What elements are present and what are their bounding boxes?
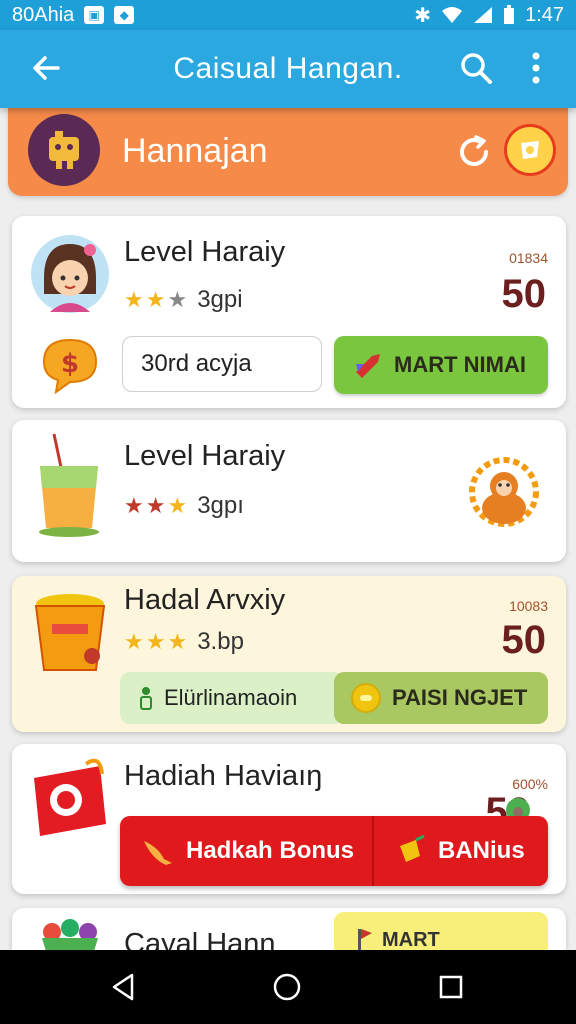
- treasure-bucket-icon: [32, 590, 108, 674]
- smoothie-cup-icon: [34, 432, 104, 542]
- bluetooth-icon: ✱: [414, 4, 432, 27]
- recents-square-icon[interactable]: [436, 972, 466, 1002]
- card-title: Level Haraiy: [124, 236, 286, 268]
- amount-input-value: 30rd acyja: [141, 350, 252, 377]
- bonus-button-label: Hadkah Bonus: [186, 837, 355, 864]
- more-vert-icon[interactable]: [522, 48, 550, 88]
- card-title: Level Haraiy: [124, 440, 286, 472]
- mart-button-label: MART: [382, 928, 440, 951]
- basket-icon: [38, 918, 102, 950]
- mart-button[interactable]: MART: [334, 912, 548, 950]
- app-bar: Caisual Hangan.: [0, 30, 576, 108]
- game-card[interactable]: Level Haraiy ★ ★ ★ 3gpı: [12, 420, 566, 562]
- card-title: Hadiah Haviaıŋ: [124, 760, 323, 792]
- fish-icon: [144, 841, 172, 865]
- star-icon: ★: [145, 629, 166, 654]
- girl-avatar-icon: [30, 234, 110, 314]
- rating-text: 3.bp: [197, 628, 244, 655]
- rating: ★ ★ ★ 3gpı: [124, 492, 244, 520]
- bonus-bar[interactable]: Hadkah Bonus BANius: [120, 816, 548, 886]
- content-scroll[interactable]: Hannajan Level Haraiy ★ ★ ★ 3gpi 01834 5…: [0, 108, 576, 950]
- trophy-icon: [400, 834, 425, 862]
- wifi-icon: [442, 7, 463, 23]
- star-icon: ★: [145, 287, 166, 312]
- rating: ★ ★ ★ 3.bp: [124, 628, 244, 656]
- status-time: 1:47: [525, 3, 564, 26]
- game-card[interactable]: Hadal Arvxiy ★ ★ ★ 3.bp 10083 50 Elürlin…: [12, 576, 566, 732]
- speech-bubble-dollar-icon: $: [38, 334, 102, 398]
- paisi-button-label: PAISI NGJET: [392, 685, 528, 710]
- paisi-button[interactable]: PAISI NGJET: [334, 672, 548, 724]
- star-empty-icon: ★: [167, 287, 188, 312]
- card-small-label: 01834: [509, 250, 548, 266]
- star-icon: ★: [167, 493, 188, 518]
- rating: ★ ★ ★ 3gpi: [124, 286, 243, 314]
- amount-input[interactable]: 30rd acyja: [122, 336, 322, 392]
- star-icon: ★: [124, 493, 144, 518]
- card-title: Hadal Arvxiy: [124, 584, 286, 616]
- notification-icon: ▣: [84, 6, 105, 24]
- rocket-icon: [356, 354, 380, 378]
- battery-icon: [504, 5, 515, 24]
- profile-banner[interactable]: Hannajan: [8, 108, 568, 196]
- secondary-button[interactable]: Elürlinamaoin: [120, 672, 344, 724]
- banius-button-label: BANius: [438, 837, 525, 864]
- status-bar: 80Ahia ▣ ◆ ✱ 1:47: [0, 0, 576, 30]
- search-icon[interactable]: [458, 50, 494, 86]
- banner-name: Hannajan: [122, 132, 268, 170]
- back-triangle-icon[interactable]: [108, 972, 138, 1002]
- star-icon: ★: [167, 629, 188, 654]
- signal-icon: [474, 7, 493, 23]
- robot-logo-icon: [28, 114, 100, 186]
- refresh-icon[interactable]: [454, 132, 494, 172]
- coin-icon[interactable]: [504, 124, 556, 176]
- monkey-sun-icon: [464, 454, 544, 534]
- mart-button[interactable]: MART NIMAI: [334, 336, 548, 394]
- shield-icon: ◆: [114, 6, 135, 24]
- star-icon: ★: [124, 287, 144, 312]
- status-left-text: 80Ahia: [12, 3, 75, 26]
- rating-text: 3gpı: [197, 492, 244, 519]
- svg-text:$: $: [61, 349, 79, 379]
- coin-icon: [351, 683, 381, 713]
- card-title: Cayal Hann: [124, 928, 276, 950]
- person-icon: [140, 687, 152, 710]
- star-icon: ★: [145, 493, 166, 518]
- system-nav-bar: [0, 950, 576, 1024]
- card-score: 50: [501, 618, 547, 662]
- banius-button[interactable]: BANius: [374, 816, 525, 886]
- home-circle-icon[interactable]: [272, 972, 302, 1002]
- game-card[interactable]: Hadiah Haviaıŋ 600% 50 Hadkah Bonus BANi…: [12, 744, 566, 894]
- mart-button-label: MART NIMAI: [394, 352, 526, 377]
- rating-text: 3gpi: [197, 286, 243, 313]
- secondary-button-label: Elürlinamaoin: [164, 685, 298, 710]
- card-small-label: 10083: [509, 598, 548, 614]
- card-score: 50: [501, 272, 547, 316]
- gift-box-icon: [30, 754, 110, 844]
- star-icon: ★: [124, 629, 144, 654]
- flag-icon: [358, 929, 372, 950]
- game-card[interactable]: Cayal Hann MART: [12, 908, 566, 950]
- bonus-button[interactable]: Hadkah Bonus: [120, 816, 374, 886]
- game-card[interactable]: Level Haraiy ★ ★ ★ 3gpi 01834 50 $ 30rd …: [12, 216, 566, 408]
